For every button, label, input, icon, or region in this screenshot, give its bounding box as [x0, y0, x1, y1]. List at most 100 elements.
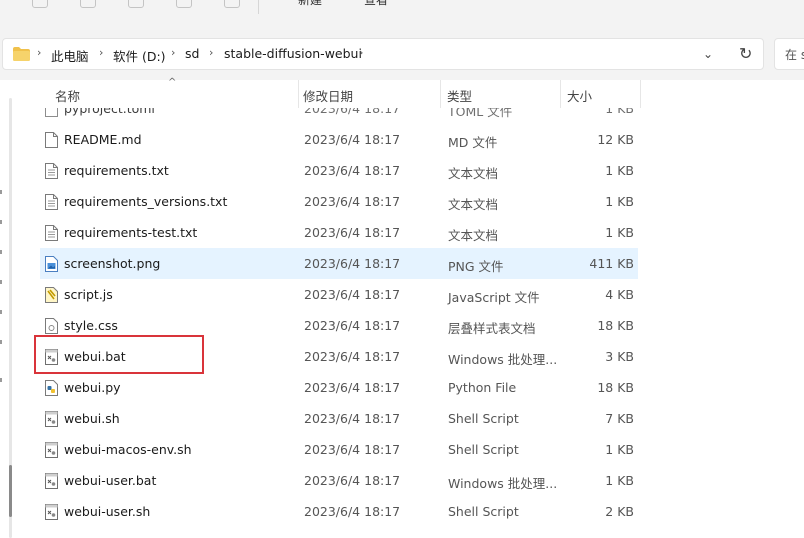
file-icon	[45, 108, 58, 117]
file-type: Shell Script	[448, 411, 519, 426]
file-name: requirements.txt	[64, 163, 169, 178]
text-file-icon	[45, 194, 58, 210]
file-row[interactable]: requirements.txt 2023/6/4 18:17 文本文档 1 KB	[40, 155, 638, 186]
file-type: Shell Script	[448, 442, 519, 457]
chevron-right-icon[interactable]: ›	[359, 46, 363, 59]
toolbar-separator	[258, 0, 259, 14]
breadcrumb-sd[interactable]: sd	[185, 46, 199, 61]
delete-icon[interactable]	[224, 0, 240, 8]
file-type: Windows 批处理...	[448, 352, 558, 367]
nav-item-marker	[0, 280, 2, 284]
file-name: webui-user.sh	[64, 504, 151, 519]
nav-item-marker	[0, 340, 2, 344]
file-size: 1 KB	[605, 473, 634, 488]
chevron-right-icon[interactable]: ›	[99, 46, 103, 59]
file-date: 2023/6/4 18:17	[304, 504, 401, 519]
file-row[interactable]: requirements-test.txt 2023/6/4 18:17 文本文档 1…	[40, 217, 638, 248]
column-divider[interactable]	[298, 80, 299, 108]
file-date: 2023/6/4 18:17	[304, 442, 401, 457]
file-row[interactable]: webui-user.sh 2023/6/4 18:17 Shell Script 2…	[40, 496, 638, 527]
search-input[interactable]: 在 s	[774, 38, 804, 70]
file-type: Python File	[448, 380, 517, 395]
file-size: 1 KB	[605, 442, 634, 457]
chevron-right-icon[interactable]: ›	[37, 46, 41, 59]
script-file-icon	[45, 442, 58, 458]
file-date: 2023/6/4 18:17	[304, 163, 401, 178]
chevron-right-icon[interactable]: ›	[171, 46, 175, 59]
nav-scrollbar-thumb[interactable]	[9, 465, 12, 517]
sort-menu-button[interactable]: 新建	[298, 0, 322, 8]
file-size: 12 KB	[597, 132, 634, 147]
column-divider[interactable]	[440, 80, 441, 108]
js-file-icon	[45, 287, 58, 303]
file-date: 2023/6/4 18:17	[304, 108, 401, 116]
file-row[interactable]: README.md 2023/6/4 18:17 MD 文件 12 KB	[40, 124, 638, 155]
breadcrumb-drive-d[interactable]: 软件 (D:)	[113, 46, 166, 65]
file-name: webui-macos-env.sh	[64, 442, 192, 457]
refresh-icon[interactable]: ↻	[739, 44, 752, 63]
file-date: 2023/6/4 18:17	[304, 380, 401, 395]
file-row[interactable]: requirements_versions.txt 2023/6/4 18:17 文…	[40, 186, 638, 217]
file-size: 4 KB	[605, 287, 634, 302]
python-file-icon	[45, 380, 58, 396]
breadcrumb-stable-diffusion-webui[interactable]: stable-diffusion-webui	[224, 46, 362, 61]
chevron-right-icon[interactable]: ›	[209, 46, 213, 59]
file-name: screenshot.png	[64, 256, 161, 271]
file-name: requirements-test.txt	[64, 225, 198, 240]
column-type[interactable]: 类型	[447, 86, 472, 105]
file-type: JavaScript 文件	[448, 290, 540, 305]
file-type: MD 文件	[448, 135, 498, 150]
address-bar[interactable]: › 此电脑 › 软件 (D:) › sd › stable-diffusion-…	[2, 38, 764, 70]
file-row[interactable]: webui-user.bat 2023/6/4 18:17 Windows 批处理.…	[40, 465, 638, 496]
file-list: pyproject.toml 2023/6/4 18:17 TOML 文件 1 KB R…	[30, 108, 804, 536]
file-name: webui.py	[64, 380, 121, 395]
highlight-box	[34, 335, 204, 374]
column-divider[interactable]	[560, 80, 561, 108]
file-row[interactable]: webui.py 2023/6/4 18:17 Python File 18 KB	[40, 372, 638, 403]
file-row[interactable]: pyproject.toml 2023/6/4 18:17 TOML 文件 1 KB	[40, 108, 638, 124]
rename-icon[interactable]	[176, 0, 192, 8]
file-size: 3 KB	[605, 349, 634, 364]
nav-item-marker	[0, 378, 2, 382]
paste-icon[interactable]	[128, 0, 144, 8]
view-menu-button[interactable]: 查看	[364, 0, 388, 8]
file-row[interactable]: webui.sh 2023/6/4 18:17 Shell Script 7 KB	[40, 403, 638, 434]
breadcrumb-this-pc[interactable]: 此电脑	[51, 46, 89, 65]
folder-icon	[13, 47, 30, 61]
file-name: style.css	[64, 318, 118, 333]
file-name: webui-user.bat	[64, 473, 157, 488]
chevron-down-icon[interactable]: ⌄	[703, 47, 713, 61]
file-name: README.md	[64, 132, 142, 147]
cut-icon[interactable]	[32, 0, 48, 8]
file-date: 2023/6/4 18:17	[304, 411, 401, 426]
css-file-icon	[45, 318, 58, 334]
script-file-icon	[45, 504, 58, 520]
file-date: 2023/6/4 18:17	[304, 318, 401, 333]
column-date[interactable]: 修改日期	[303, 86, 353, 105]
file-row[interactable]: screenshot.png 2023/6/4 18:17 PNG 文件 411 KB	[40, 248, 638, 279]
file-size: 1 KB	[605, 194, 634, 209]
copy-icon[interactable]	[80, 0, 96, 8]
file-date: 2023/6/4 18:17	[304, 225, 401, 240]
file-size: 1 KB	[605, 225, 634, 240]
file-type: 文本文档	[448, 166, 499, 181]
column-divider[interactable]	[640, 80, 641, 108]
address-row: › 此电脑 › 软件 (D:) › sd › stable-diffusion-…	[0, 24, 804, 80]
file-type: 文本文档	[448, 197, 499, 212]
file-size: 1 KB	[605, 163, 634, 178]
batch-file-icon	[45, 473, 58, 489]
column-name[interactable]: 名称	[55, 86, 80, 105]
file-name: pyproject.toml	[64, 108, 155, 116]
column-size[interactable]: 大小	[567, 86, 592, 105]
file-name: webui.sh	[64, 411, 120, 426]
file-date: 2023/6/4 18:17	[304, 349, 401, 364]
file-row[interactable]: script.js 2023/6/4 18:17 JavaScript 文件 4 KB	[40, 279, 638, 310]
navigation-pane	[0, 80, 30, 538]
file-date: 2023/6/4 18:17	[304, 132, 401, 147]
file-size: 1 KB	[605, 108, 634, 116]
file-type: 层叠样式表文档	[448, 321, 536, 336]
file-name: script.js	[64, 287, 113, 302]
file-date: 2023/6/4 18:17	[304, 256, 401, 271]
file-row[interactable]: webui-macos-env.sh 2023/6/4 18:17 Shell Sc…	[40, 434, 638, 465]
script-file-icon	[45, 411, 58, 427]
